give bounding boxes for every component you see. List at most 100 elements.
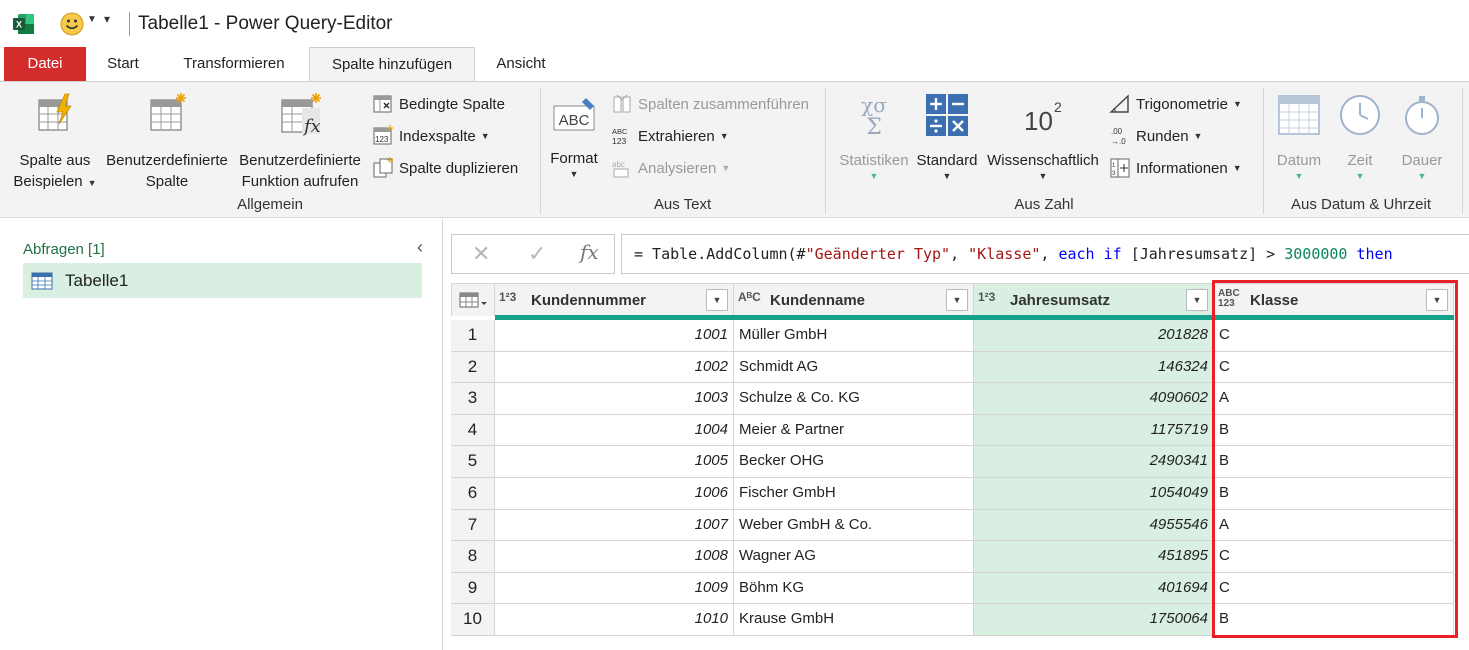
row-index[interactable]: 9: [451, 572, 495, 605]
column-header-kundenname[interactable]: AᴮC Kundenname ▼: [734, 283, 974, 316]
tab-datei[interactable]: Datei: [4, 47, 86, 81]
formula-part: [1095, 245, 1104, 263]
cell-kundennummer[interactable]: 1004: [495, 414, 734, 447]
row-index[interactable]: 6: [451, 478, 495, 510]
cell-kundenname[interactable]: Meier & Partner: [734, 414, 974, 447]
column-header-kundennummer[interactable]: 1²3 Kundennummer ▼: [495, 283, 734, 316]
trigonometry-button[interactable]: Trigonometrie ▼: [1109, 91, 1242, 117]
format-button[interactable]: ABC Format ▼: [546, 96, 602, 179]
cell-jahresumsatz[interactable]: 2490341: [974, 446, 1214, 478]
cell-jahresumsatz[interactable]: 201828: [974, 320, 1214, 352]
row-index[interactable]: 3: [451, 383, 495, 415]
cell-klasse[interactable]: C: [1214, 572, 1454, 605]
column-from-examples-button[interactable]: Spalte aus Beispielen ▼: [8, 92, 102, 194]
tab-ansicht[interactable]: Ansicht: [485, 47, 557, 81]
text-type-icon: AᴮC: [738, 290, 761, 304]
column-header-klasse[interactable]: ABC 123 Klasse ▼: [1214, 283, 1454, 316]
title-bar: X ▼ ▾ Tabelle1 - Power Query-Editor: [0, 0, 1469, 48]
statistics-button[interactable]: χσ Σ Statistiken ▼: [836, 92, 912, 181]
row-index[interactable]: 7: [451, 509, 495, 542]
cell-klasse[interactable]: B: [1214, 604, 1454, 636]
cell-klasse[interactable]: B: [1214, 446, 1454, 478]
cell-jahresumsatz[interactable]: 4955546: [974, 509, 1214, 542]
row-index[interactable]: 8: [451, 541, 495, 573]
rounding-button[interactable]: .00 →.0 Runden ▼: [1109, 123, 1202, 149]
cell-kundennummer[interactable]: 1002: [495, 351, 734, 384]
feedback-dropdown-icon[interactable]: ▼: [87, 14, 97, 25]
row-index[interactable]: 4: [451, 414, 495, 447]
feedback-smiley-icon[interactable]: [60, 12, 84, 36]
tab-transformieren[interactable]: Transformieren: [170, 47, 298, 81]
row-index[interactable]: 5: [451, 446, 495, 478]
cell-kundenname[interactable]: Becker OHG: [734, 446, 974, 478]
column-header-jahresumsatz[interactable]: 1²3 Jahresumsatz ▼: [974, 283, 1214, 316]
merge-columns-button[interactable]: Spalten zusammenführen: [611, 91, 809, 117]
tab-spalte-hinzufuegen[interactable]: Spalte hinzufügen: [309, 47, 475, 82]
cell-kundenname[interactable]: Krause GmbH: [734, 604, 974, 636]
trigonometry-icon: [1109, 94, 1129, 113]
column-filter-dropdown-icon[interactable]: ▼: [706, 289, 728, 311]
cell-kundenname[interactable]: Fischer GmbH: [734, 478, 974, 510]
cell-kundennummer[interactable]: 1001: [495, 320, 734, 352]
cell-klasse[interactable]: A: [1214, 509, 1454, 542]
cell-kundennummer[interactable]: 1006: [495, 478, 734, 510]
index-column-button[interactable]: 123 Indexspalte ▼: [372, 123, 490, 149]
cell-jahresumsatz[interactable]: 451895: [974, 541, 1214, 573]
queries-header: Abfragen [1]: [23, 241, 105, 258]
parse-button[interactable]: abc Analysieren ▼: [611, 155, 730, 181]
column-filter-dropdown-icon[interactable]: ▼: [946, 289, 968, 311]
extract-button[interactable]: ABC 123 Extrahieren ▼: [611, 123, 729, 149]
cell-klasse[interactable]: B: [1214, 414, 1454, 447]
insert-function-fx-icon[interactable]: fx: [580, 240, 599, 264]
column-filter-dropdown-icon[interactable]: ▼: [1186, 289, 1208, 311]
cell-kundenname[interactable]: Schulze & Co. KG: [734, 383, 974, 415]
query-item-tabelle1[interactable]: Tabelle1: [23, 263, 422, 298]
row-index[interactable]: 1: [451, 320, 495, 352]
cell-jahresumsatz[interactable]: 1750064: [974, 604, 1214, 636]
cell-kundenname[interactable]: Müller GmbH: [734, 320, 974, 352]
formula-string: "Klasse": [968, 245, 1041, 263]
conditional-column-button[interactable]: Bedingte Spalte: [372, 91, 505, 117]
cell-jahresumsatz[interactable]: 1175719: [974, 414, 1214, 447]
cell-kundennummer[interactable]: 1007: [495, 509, 734, 542]
formula-input[interactable]: = Table.AddColumn(#"Geänderter Typ", "Kl…: [621, 234, 1469, 274]
cell-kundennummer[interactable]: 1005: [495, 446, 734, 478]
tab-start[interactable]: Start: [96, 47, 150, 81]
cell-klasse[interactable]: C: [1214, 320, 1454, 352]
scientific-button[interactable]: 10 2 Wissenschaftlich ▼: [984, 92, 1102, 181]
cell-kundennummer[interactable]: 1009: [495, 572, 734, 605]
row-index[interactable]: 2: [451, 351, 495, 384]
cell-kundenname[interactable]: Weber GmbH & Co.: [734, 509, 974, 542]
time-button[interactable]: Zeit ▼: [1334, 92, 1386, 181]
cell-klasse[interactable]: C: [1214, 541, 1454, 573]
cell-kundennummer[interactable]: 1003: [495, 383, 734, 415]
duplicate-column-button[interactable]: Spalte duplizieren: [372, 155, 518, 181]
cell-klasse[interactable]: C: [1214, 351, 1454, 384]
cell-jahresumsatz[interactable]: 1054049: [974, 478, 1214, 510]
cell-klasse[interactable]: A: [1214, 383, 1454, 415]
table-menu-button[interactable]: [451, 283, 495, 316]
cell-kundenname[interactable]: Böhm KG: [734, 572, 974, 605]
confirm-formula-check-icon[interactable]: ✓: [528, 241, 546, 267]
information-button[interactable]: 13 Informationen ▼: [1109, 155, 1242, 181]
custom-column-button[interactable]: Benutzerdefinierte Spalte: [102, 92, 232, 192]
cell-jahresumsatz[interactable]: 4090602: [974, 383, 1214, 415]
date-button[interactable]: Datum ▼: [1268, 92, 1330, 181]
cell-kundenname[interactable]: Wagner AG: [734, 541, 974, 573]
invoke-custom-function-button[interactable]: fx Benutzerdefinierte Funktion aufrufen: [234, 92, 366, 192]
cell-kundennummer[interactable]: 1010: [495, 604, 734, 636]
cell-kundenname[interactable]: Schmidt AG: [734, 351, 974, 384]
cell-jahresumsatz[interactable]: 401694: [974, 572, 1214, 605]
cell-klasse[interactable]: B: [1214, 478, 1454, 510]
customize-toolbar-icon[interactable]: ▾: [104, 12, 110, 26]
standard-button[interactable]: Standard ▼: [914, 92, 980, 181]
cell-jahresumsatz[interactable]: 146324: [974, 351, 1214, 384]
duration-button[interactable]: Dauer ▼: [1392, 92, 1452, 181]
column-filter-dropdown-icon[interactable]: ▼: [1426, 289, 1448, 311]
number-type-icon: 1²3: [499, 290, 517, 304]
duplicate-column-label: Spalte duplizieren: [399, 159, 519, 177]
cancel-formula-x-icon[interactable]: ✕: [472, 241, 490, 267]
collapse-pane-chevron-left-icon[interactable]: ‹: [417, 237, 423, 258]
row-index[interactable]: 10: [451, 604, 495, 636]
cell-kundennummer[interactable]: 1008: [495, 541, 734, 573]
